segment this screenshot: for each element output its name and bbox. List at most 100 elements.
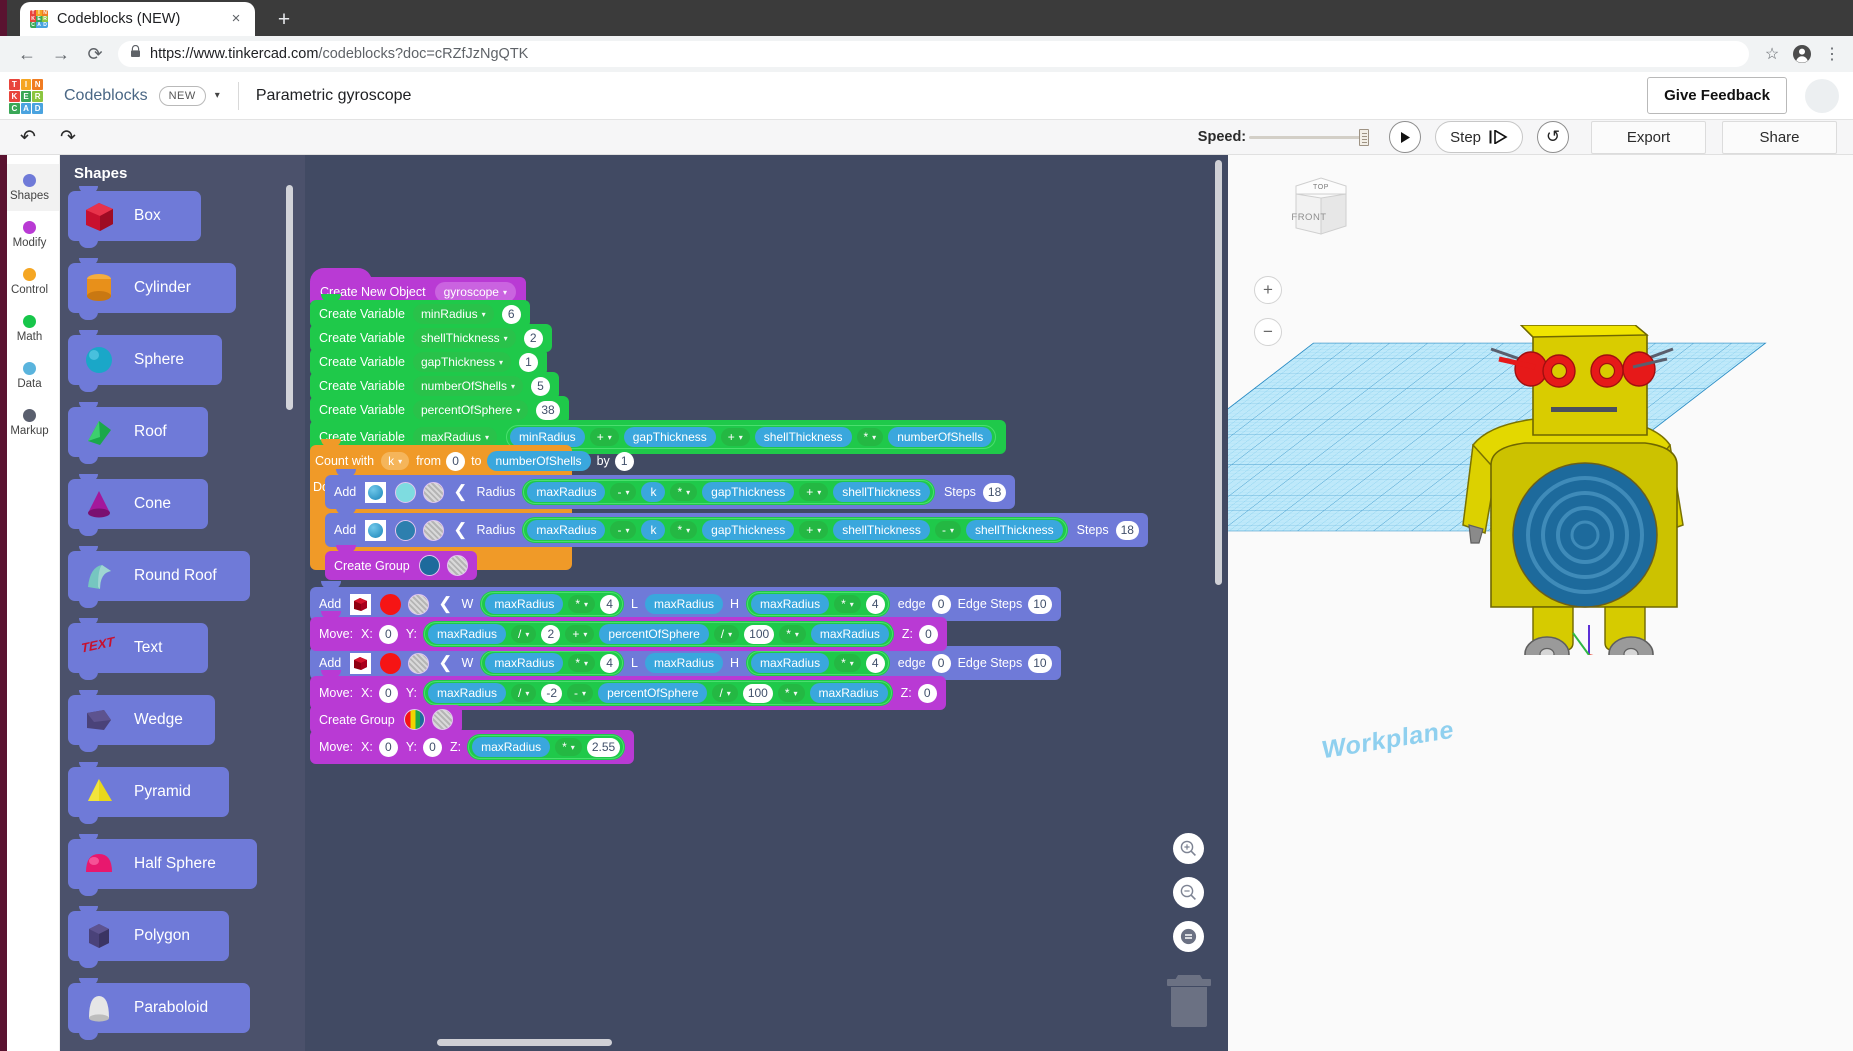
- add-sphere-inner-radius-expression[interactable]: maxRadius - ▾ k * ▾ gapThickness + ▾ shellThickne…: [522, 517, 1068, 543]
- move-box-bottom-y-var-4[interactable]: percentOfSphere: [598, 683, 708, 703]
- bookmark-star-icon[interactable]: ☆: [1757, 39, 1787, 69]
- hole-toggle-icon[interactable]: [431, 709, 453, 730]
- shape-block-pyramid[interactable]: Pyramid: [68, 762, 229, 824]
- add-sphere-outer-radius-var-2[interactable]: k: [641, 482, 666, 502]
- loop-to-value[interactable]: numberOfShells: [486, 451, 591, 471]
- shape-block-polygon[interactable]: Polygon: [68, 906, 229, 968]
- move-final-z-op-1[interactable]: * ▾: [555, 738, 582, 756]
- add-box-bottom-h-var-0[interactable]: maxRadius: [751, 653, 830, 673]
- category-item-data[interactable]: Data: [0, 352, 59, 399]
- forward-icon[interactable]: →: [44, 37, 78, 71]
- sphere-shape-icon[interactable]: [365, 481, 387, 503]
- add-box-top-h-var-0[interactable]: maxRadius: [751, 594, 830, 614]
- move-box-top-z[interactable]: 0: [919, 624, 939, 644]
- max-radius-var-6[interactable]: numberOfShells: [888, 427, 993, 447]
- add-box-top-w-op-1[interactable]: * ▾: [568, 595, 596, 613]
- shape-block-cone[interactable]: Cone: [68, 474, 208, 536]
- max-radius-var-2[interactable]: gapThickness: [623, 427, 716, 447]
- reload-icon[interactable]: ⟳: [78, 37, 112, 71]
- user-avatar[interactable]: [1805, 78, 1839, 113]
- add-box-top-w-var-0[interactable]: maxRadius: [485, 594, 564, 614]
- add-box-bottom-edge-steps[interactable]: 10: [1028, 653, 1052, 673]
- hole-toggle-icon[interactable]: [423, 519, 445, 541]
- play-button[interactable]: [1389, 121, 1422, 153]
- category-item-control[interactable]: Control: [0, 258, 59, 305]
- loop-counter-dropdown[interactable]: k ▾: [381, 452, 410, 470]
- steps-value[interactable]: 18: [1115, 520, 1139, 540]
- shape-block-box[interactable]: Box: [68, 186, 201, 248]
- expand-chevron-icon[interactable]: ❮: [453, 520, 467, 540]
- move-final-z-var-0[interactable]: maxRadius: [472, 737, 551, 757]
- codeblocks-link[interactable]: Codeblocks: [64, 87, 148, 105]
- variable-value-percentOfSphere[interactable]: 38: [536, 400, 560, 420]
- export-button[interactable]: Export: [1591, 120, 1706, 154]
- add-sphere-outer-radius-expression[interactable]: maxRadius - ▾ k * ▾ gapThickness + ▾ shellThickne…: [522, 479, 935, 505]
- color-swatch-icon[interactable]: [380, 652, 402, 674]
- variable-name-dropdown-maxRadius[interactable]: maxRadius ▾: [412, 427, 497, 447]
- shape-block-half-sphere[interactable]: Half Sphere: [68, 834, 257, 896]
- document-title[interactable]: Parametric gyroscope: [256, 87, 412, 105]
- viewcube-zoom-in-button[interactable]: +: [1254, 276, 1282, 304]
- move-box-top-y-op-7[interactable]: * ▾: [779, 625, 806, 643]
- hole-toggle-icon[interactable]: [408, 593, 430, 615]
- add-sphere-inner-radius-var-6[interactable]: shellThickness: [833, 520, 930, 540]
- color-swatch-icon[interactable]: [380, 593, 402, 615]
- add-box-bottom-w-expression[interactable]: maxRadius * ▾ 4: [480, 650, 625, 676]
- shapes-panel-scrollbar[interactable]: [286, 185, 293, 410]
- variable-name-dropdown-gapThickness[interactable]: gapThickness ▾: [412, 352, 511, 372]
- move-box-top-y-expression[interactable]: maxRadius / ▾ 2 + ▾ percentOfSphere / ▾ 100 * ▾ maxR…: [422, 621, 894, 647]
- add-sphere-inner-radius-op-7[interactable]: - ▾: [934, 521, 961, 539]
- max-radius-op-5[interactable]: * ▾: [856, 428, 884, 446]
- address-bar[interactable]: https://www.tinkercad.com/codeblocks?doc…: [118, 41, 1749, 67]
- redo-icon[interactable]: ↷: [48, 120, 88, 154]
- add-box-bottom-edge[interactable]: 0: [931, 653, 951, 673]
- add-sphere-outer-radius-op-3[interactable]: * ▾: [670, 483, 698, 501]
- max-radius-expression[interactable]: minRadius + ▾ gapThickness + ▾ shellThickness *…: [504, 424, 998, 450]
- shape-block-cylinder[interactable]: Cylinder: [68, 258, 236, 320]
- move-final-z-num-2[interactable]: 2.55: [586, 737, 621, 757]
- add-box-bottom-h-op-1[interactable]: * ▾: [834, 654, 861, 672]
- canvas-vertical-scrollbar[interactable]: [1215, 160, 1222, 585]
- move-final-y[interactable]: 0: [422, 737, 442, 757]
- add-sphere-inner-radius-op-1[interactable]: - ▾: [610, 521, 637, 539]
- add-sphere-outer-radius-op-5[interactable]: + ▾: [799, 483, 829, 501]
- add-box-top-edge[interactable]: 0: [931, 594, 951, 614]
- chrome-menu-icon[interactable]: ⋮: [1817, 39, 1847, 69]
- move-box-top-y-op-5[interactable]: / ▾: [713, 625, 740, 643]
- hole-toggle-icon[interactable]: [446, 555, 468, 576]
- add-box-top-edge-steps[interactable]: 10: [1028, 594, 1052, 614]
- object-name-dropdown[interactable]: gyroscope ▾: [434, 282, 516, 302]
- add-sphere-outer-radius-op-1[interactable]: - ▾: [610, 483, 637, 501]
- move-final-z-expression[interactable]: maxRadius * ▾ 2.55: [467, 734, 626, 760]
- move-box-bottom-y-num-6[interactable]: 100: [742, 683, 773, 703]
- speed-slider[interactable]: [1249, 129, 1370, 146]
- add-box-bottom-h-expression[interactable]: maxRadius * ▾ 4: [746, 650, 890, 676]
- add-sphere-inner-radius-op-5[interactable]: + ▾: [799, 521, 829, 539]
- new-tab-icon[interactable]: +: [270, 6, 298, 34]
- move-box-top-y-var-8[interactable]: maxRadius: [810, 624, 889, 644]
- move-box-bottom-y-op-3[interactable]: - ▾: [567, 684, 594, 702]
- add-sphere-inner-radius-var-2[interactable]: k: [641, 520, 666, 540]
- group-color-icon[interactable]: [403, 709, 425, 730]
- add-box-bottom-h-num-2[interactable]: 4: [865, 653, 885, 673]
- undo-icon[interactable]: ↶: [8, 120, 48, 154]
- expand-chevron-icon[interactable]: ❮: [438, 653, 452, 673]
- add-box-top-h-num-2[interactable]: 4: [865, 594, 885, 614]
- move-box-top-y-op-1[interactable]: / ▾: [511, 625, 537, 643]
- move-box-top-y-num-2[interactable]: 2: [541, 624, 561, 644]
- block-add-sphere-inner[interactable]: Add ❮ Radius maxRadius - ▾ k * ▾ gapThickness + ▾ sh…: [325, 507, 1148, 547]
- move-box-top-x[interactable]: 0: [378, 624, 398, 644]
- shape-block-wedge[interactable]: Wedge: [68, 690, 215, 752]
- box-shape-icon[interactable]: [350, 652, 372, 674]
- box-shape-icon[interactable]: [350, 593, 372, 615]
- move-box-top-y-var-0[interactable]: maxRadius: [427, 624, 507, 644]
- step-button[interactable]: Step: [1435, 121, 1523, 153]
- add-box-bottom-w-var-0[interactable]: maxRadius: [485, 653, 564, 673]
- max-radius-var-4[interactable]: shellThickness: [754, 427, 852, 447]
- trash-icon[interactable]: [1163, 971, 1215, 1027]
- code-canvas[interactable]: Create New Object gyroscope ▾ Create Variab…: [305, 155, 1228, 1051]
- viewcube-zoom-out-button[interactable]: −: [1254, 318, 1282, 346]
- tinkercad-logo-icon[interactable]: TINKERCAD: [9, 78, 43, 114]
- fit-to-view-icon[interactable]: [1173, 921, 1204, 952]
- add-sphere-inner-radius-var-4[interactable]: gapThickness: [702, 520, 795, 540]
